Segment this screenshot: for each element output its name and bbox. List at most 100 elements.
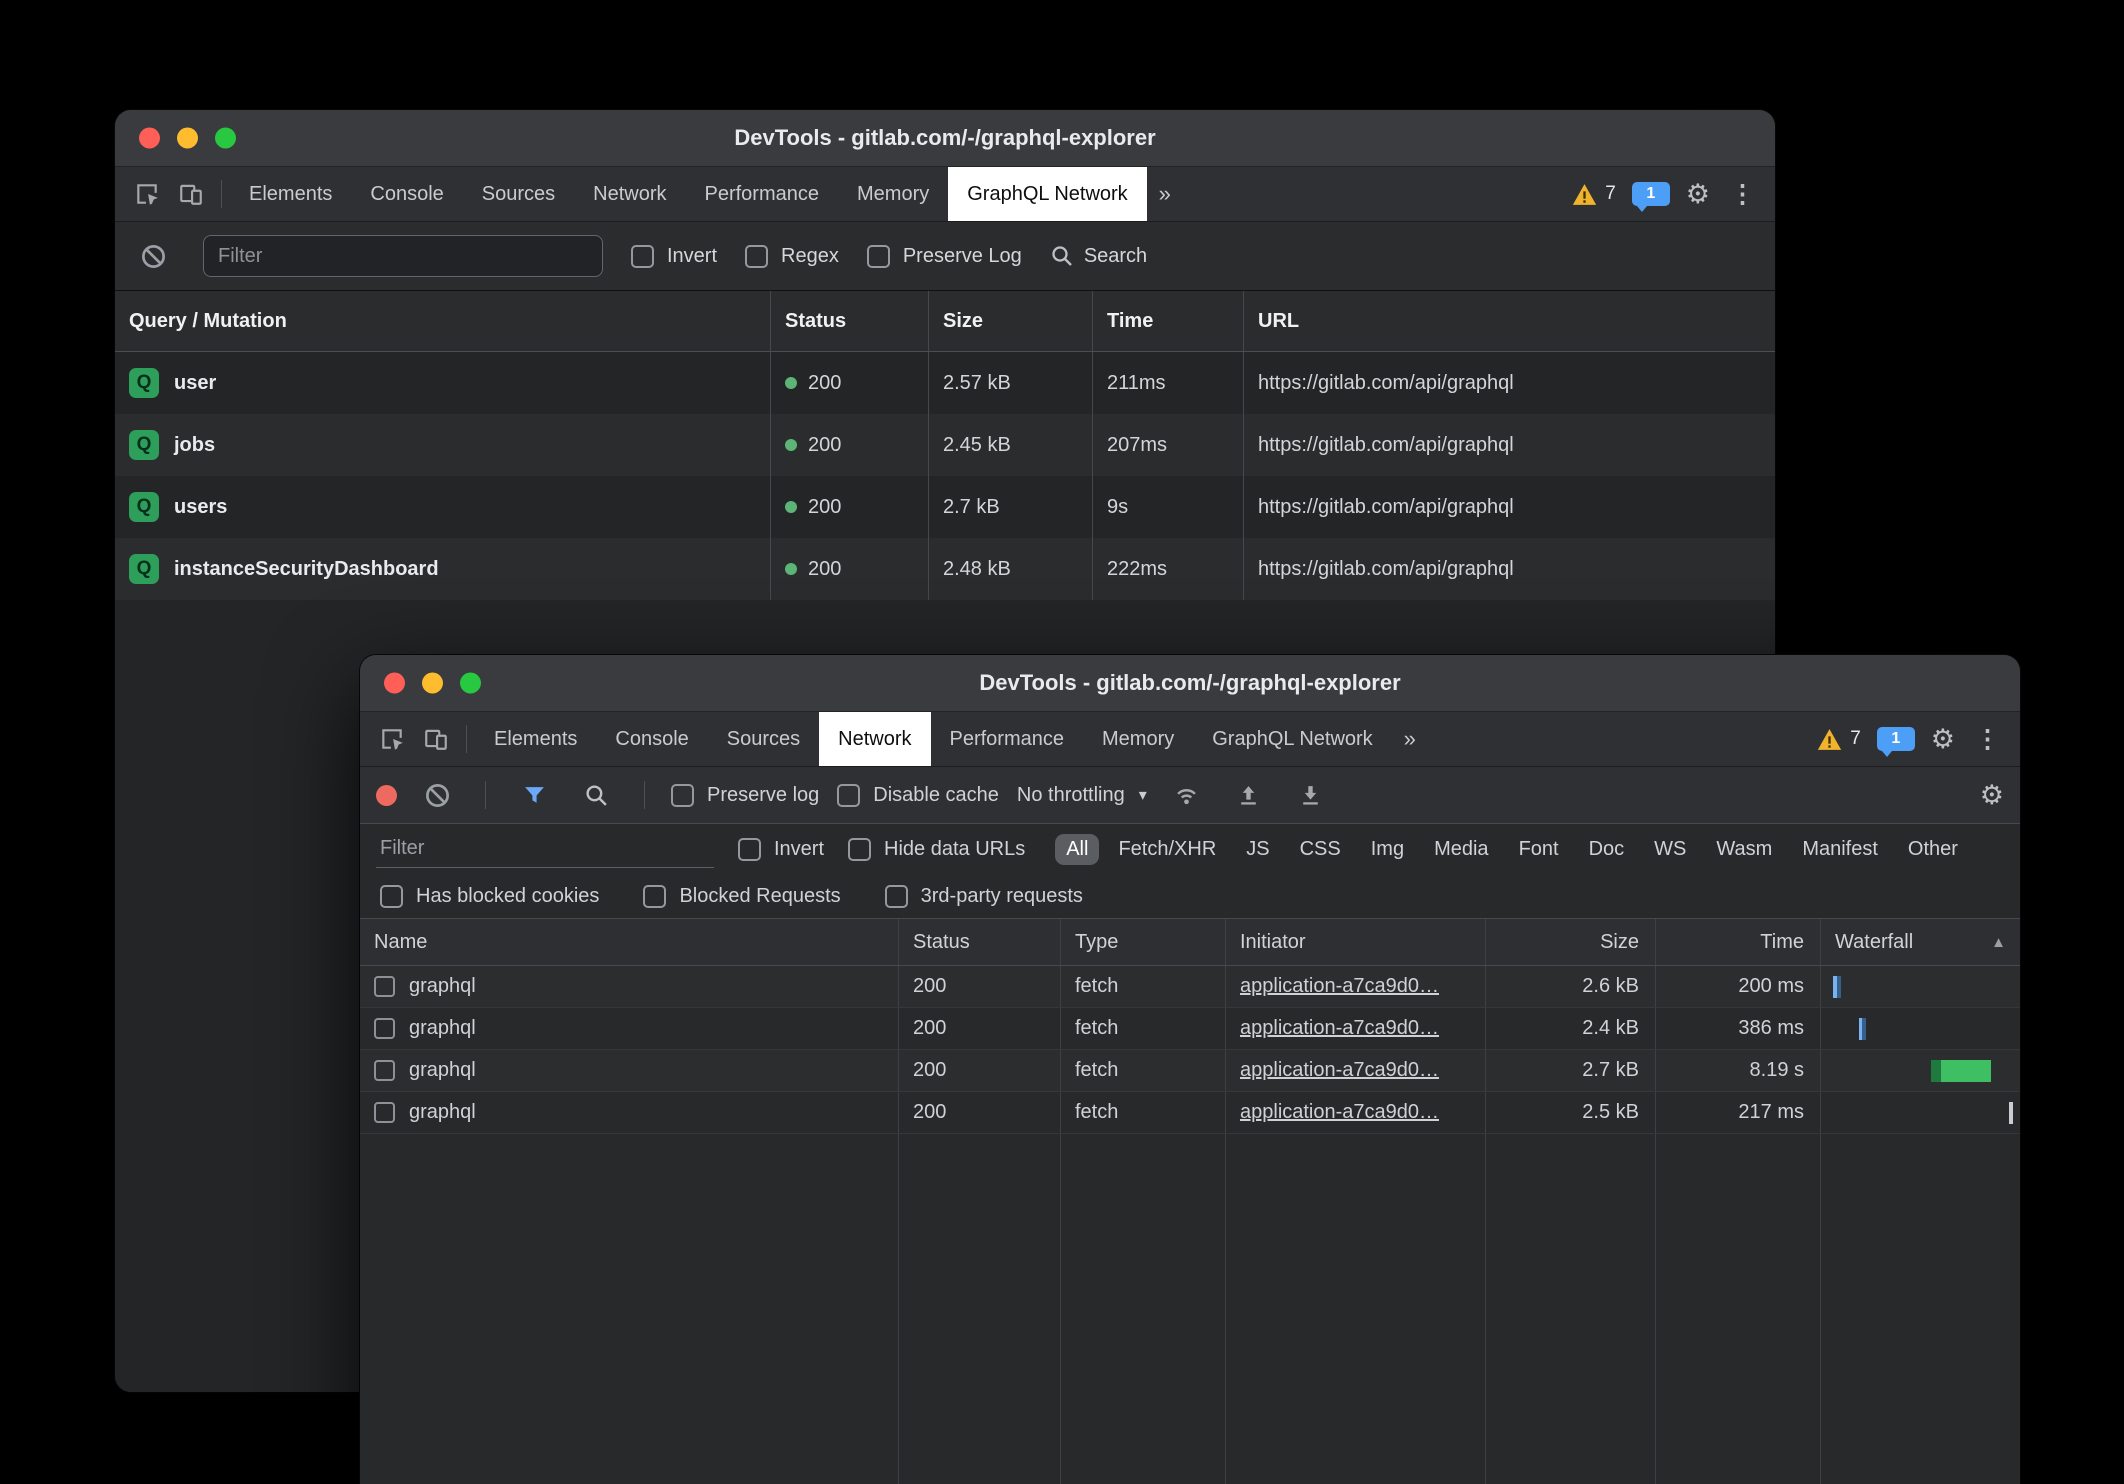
column-header-size[interactable]: Size <box>928 291 1092 351</box>
minimize-button[interactable] <box>177 128 198 149</box>
tab-performance[interactable]: Performance <box>931 712 1084 766</box>
filter-pill-wasm[interactable]: Wasm <box>1705 834 1783 865</box>
record-network-log-icon[interactable] <box>376 785 397 806</box>
device-toolbar-icon[interactable] <box>169 172 213 216</box>
filter-pill-fetch-xhr[interactable]: Fetch/XHR <box>1107 834 1227 865</box>
settings-gear-icon[interactable]: ⚙ <box>1686 181 1710 208</box>
filter-pill-doc[interactable]: Doc <box>1578 834 1636 865</box>
device-toolbar-icon[interactable] <box>414 717 458 761</box>
table-row[interactable]: graphql 200 fetch application-a7ca9d0… 2… <box>360 966 2020 1008</box>
filter-pill-all[interactable]: All <box>1055 834 1099 865</box>
table-row[interactable]: QinstanceSecurityDashboard 200 2.48 kB 2… <box>115 538 1775 600</box>
column-header-time[interactable]: Time <box>1092 291 1243 351</box>
search-icon[interactable] <box>574 773 618 817</box>
preserve-log-checkbox[interactable]: Preserve log <box>671 784 819 807</box>
table-row[interactable]: graphql 200 fetch application-a7ca9d0… 2… <box>360 1050 2020 1092</box>
issues-badge[interactable]: 1 <box>1632 182 1670 206</box>
invert-checkbox[interactable]: Invert <box>738 838 824 861</box>
tab-elements[interactable]: Elements <box>230 167 351 221</box>
column-header-query-mutation[interactable]: Query / Mutation <box>115 291 770 351</box>
warnings-badge[interactable]: 7 <box>1572 183 1616 206</box>
titlebar[interactable]: DevTools - gitlab.com/-/graphql-explorer <box>115 110 1775 167</box>
close-button[interactable] <box>139 128 160 149</box>
settings-gear-icon[interactable]: ⚙ <box>1931 726 1955 753</box>
column-header-waterfall[interactable]: Waterfall ▲ <box>1820 919 2020 965</box>
clear-block-icon[interactable] <box>131 234 175 278</box>
minimize-button[interactable] <box>422 673 443 694</box>
filter-input[interactable] <box>203 235 603 277</box>
hide-data-urls-checkbox[interactable]: Hide data URLs <box>848 838 1025 861</box>
initiator-link[interactable]: application-a7ca9d0… <box>1240 1017 1439 1040</box>
network-settings-gear-icon[interactable]: ⚙ <box>1980 782 2004 809</box>
tab-network[interactable]: Network <box>819 712 930 766</box>
tab-sources[interactable]: Sources <box>708 712 819 766</box>
filter-input[interactable] <box>376 831 714 868</box>
column-header-type[interactable]: Type <box>1060 919 1225 965</box>
tab-memory[interactable]: Memory <box>1083 712 1193 766</box>
kebab-menu-icon[interactable]: ⋮ <box>1726 179 1759 209</box>
more-tabs-chevron-icon[interactable]: » <box>1147 181 1183 207</box>
issues-badge[interactable]: 1 <box>1877 727 1915 751</box>
row-select-checkbox[interactable] <box>374 1060 395 1081</box>
kebab-menu-icon[interactable]: ⋮ <box>1971 724 2004 754</box>
inspect-element-icon[interactable] <box>370 717 414 761</box>
search-button[interactable]: Search <box>1050 244 1147 268</box>
third-party-requests-checkbox[interactable]: 3rd-party requests <box>885 885 1083 908</box>
column-header-status[interactable]: Status <box>898 919 1060 965</box>
tab-console[interactable]: Console <box>351 167 462 221</box>
blocked-requests-checkbox[interactable]: Blocked Requests <box>643 885 840 908</box>
column-header-name[interactable]: Name <box>360 919 898 965</box>
row-select-checkbox[interactable] <box>374 1018 395 1039</box>
more-tabs-chevron-icon[interactable]: » <box>1392 726 1428 752</box>
tab-graphql-network[interactable]: GraphQL Network <box>1193 712 1391 766</box>
table-row[interactable]: graphql 200 fetch application-a7ca9d0… 2… <box>360 1008 2020 1050</box>
export-har-icon[interactable] <box>1289 773 1333 817</box>
initiator-link[interactable]: application-a7ca9d0… <box>1240 1101 1439 1124</box>
table-row[interactable]: Qusers 200 2.7 kB 9s https://gitlab.com/… <box>115 476 1775 538</box>
time-value: 386 ms <box>1655 1008 1820 1049</box>
clear-network-log-icon[interactable] <box>415 773 459 817</box>
column-header-time[interactable]: Time <box>1655 919 1820 965</box>
filter-pill-js[interactable]: JS <box>1235 834 1280 865</box>
column-header-initiator[interactable]: Initiator <box>1225 919 1485 965</box>
import-har-icon[interactable] <box>1227 773 1271 817</box>
filter-pill-media[interactable]: Media <box>1423 834 1499 865</box>
filter-pill-other[interactable]: Other <box>1897 834 1969 865</box>
filter-pill-font[interactable]: Font <box>1508 834 1570 865</box>
tab-network[interactable]: Network <box>574 167 685 221</box>
warnings-badge[interactable]: 7 <box>1817 728 1861 751</box>
disable-cache-checkbox[interactable]: Disable cache <box>837 784 999 807</box>
tab-sources[interactable]: Sources <box>463 167 574 221</box>
filter-pill-css[interactable]: CSS <box>1289 834 1352 865</box>
table-row[interactable]: Quser 200 2.57 kB 211ms https://gitlab.c… <box>115 352 1775 414</box>
tab-performance[interactable]: Performance <box>686 167 839 221</box>
column-header-url[interactable]: URL <box>1243 291 1775 351</box>
tab-memory[interactable]: Memory <box>838 167 948 221</box>
row-select-checkbox[interactable] <box>374 976 395 997</box>
invert-checkbox[interactable]: Invert <box>631 245 717 268</box>
preserve-log-checkbox[interactable]: Preserve Log <box>867 245 1022 268</box>
column-header-status[interactable]: Status <box>770 291 928 351</box>
row-select-checkbox[interactable] <box>374 1102 395 1123</box>
filter-funnel-icon[interactable] <box>512 773 556 817</box>
zoom-button[interactable] <box>460 673 481 694</box>
titlebar[interactable]: DevTools - gitlab.com/-/graphql-explorer <box>360 655 2020 712</box>
filter-pill-ws[interactable]: WS <box>1643 834 1697 865</box>
filter-pill-manifest[interactable]: Manifest <box>1791 834 1889 865</box>
column-header-size[interactable]: Size <box>1485 919 1655 965</box>
zoom-button[interactable] <box>215 128 236 149</box>
inspect-element-icon[interactable] <box>125 172 169 216</box>
close-button[interactable] <box>384 673 405 694</box>
table-row[interactable]: graphql 200 fetch application-a7ca9d0… 2… <box>360 1092 2020 1134</box>
regex-checkbox[interactable]: Regex <box>745 245 839 268</box>
table-row[interactable]: Qjobs 200 2.45 kB 207ms https://gitlab.c… <box>115 414 1775 476</box>
throttling-dropdown[interactable]: No throttling ▾ <box>1017 784 1147 807</box>
initiator-link[interactable]: application-a7ca9d0… <box>1240 1059 1439 1082</box>
tab-graphql-network[interactable]: GraphQL Network <box>948 167 1146 221</box>
network-conditions-icon[interactable] <box>1165 773 1209 817</box>
filter-pill-img[interactable]: Img <box>1360 834 1415 865</box>
tab-console[interactable]: Console <box>596 712 707 766</box>
initiator-link[interactable]: application-a7ca9d0… <box>1240 975 1439 998</box>
tab-elements[interactable]: Elements <box>475 712 596 766</box>
has-blocked-cookies-checkbox[interactable]: Has blocked cookies <box>380 885 599 908</box>
